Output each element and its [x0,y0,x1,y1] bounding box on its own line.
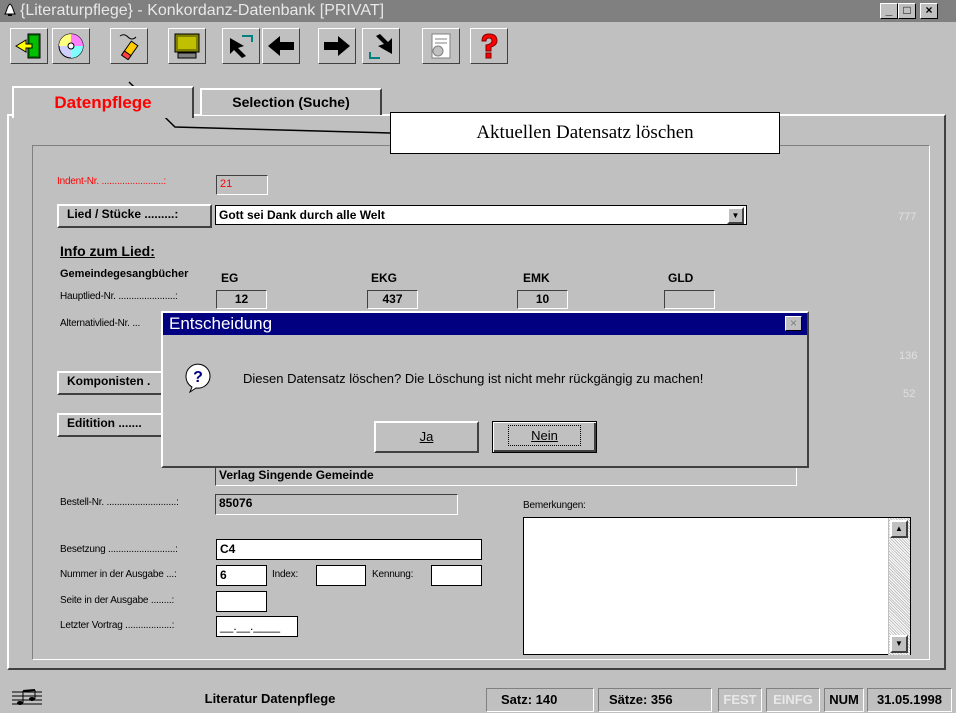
nummer-field[interactable]: 6 [216,565,267,586]
letzter-field[interactable]: __.__.____ [216,616,298,637]
help-button[interactable] [470,28,508,64]
dialog-close-button[interactable]: × [785,316,802,331]
first-record-icon [230,35,253,58]
side-number-2: 136 [899,350,918,362]
eraser-icon [119,34,139,60]
besetzung-field[interactable]: C4 [216,539,482,560]
lied-select[interactable]: Gott sei Dank durch alle Welt [215,205,747,225]
col-header-emk: EMK [523,271,550,285]
lied-button[interactable]: Lied / Stücke .........: [57,204,212,228]
delete-record-button[interactable] [110,28,148,64]
report-icon [431,33,451,59]
confirm-dialog: Entscheidung × ? Diesen Datensatz lösche… [161,311,809,468]
status-einfg: EINFG [766,688,820,712]
previous-record-icon [268,36,294,56]
monitor-icon [174,33,200,59]
kennung-label: Kennung: [372,569,414,580]
kennung-field[interactable] [431,565,482,586]
side-number-3: 52 [903,388,916,400]
monitor-button[interactable] [168,28,206,64]
status-num: NUM [824,688,864,712]
status-bar: Literatur Datenpflege Satz: 140 Sätze: 3… [0,686,956,713]
ident-field[interactable]: 21 [216,175,268,195]
alternativ-label: Alternativlied-Nr. ... [60,318,141,329]
question-icon: ? [185,363,211,394]
index-label: Index: [272,569,299,580]
tooltip: Aktuellen Datensatz löschen [390,112,780,154]
hauptlied-eg-field[interactable]: 12 [216,290,267,309]
chevron-down-icon[interactable]: ▼ [727,207,744,224]
window-title: {Literaturpflege} - Konkordanz-Datenbank… [20,2,385,19]
status-fest: FEST [718,688,762,712]
verlag-field[interactable]: Verlag Singende Gemeinde [215,466,797,486]
bestell-field[interactable]: 85076 [215,494,458,515]
besetzung-label: Besetzung ..........................: [60,544,178,555]
col-header-gld: GLD [668,271,694,285]
dialog-title: Entscheidung [169,314,273,333]
gemeinde-label: Gemeindegesangbücher [60,268,189,280]
seite-field[interactable] [216,591,267,612]
hauptlied-ekg-field[interactable]: 437 [367,290,418,309]
previous-record-button[interactable] [262,28,300,64]
bestell-label: Bestell-Nr. ...........................: [60,497,179,508]
exit-button[interactable] [10,28,48,64]
app-bell-icon[interactable] [3,3,17,17]
col-header-eg: EG [221,271,239,285]
seite-label: Seite in der Ausgabe ........: [60,595,175,606]
no-button-label: Nein [508,425,581,446]
dialog-title-bar: Entscheidung × [163,313,807,335]
music-notes-icon [12,689,42,705]
close-button[interactable]: × [920,3,938,19]
tab-datenpflege[interactable]: Datenpflege [12,86,194,118]
letzter-label: Letzter Vortrag ..................: [60,620,175,631]
help-icon [481,33,498,59]
scroll-down-icon[interactable]: ▼ [890,635,908,653]
index-field[interactable] [316,565,366,586]
minimize-button[interactable]: _ [880,3,898,19]
col-header-ekg: EKG [371,271,398,285]
first-record-button[interactable] [222,28,260,64]
yes-button[interactable]: Ja [374,421,479,453]
status-date: 31.05.1998 [867,688,952,712]
side-number-1: 777 [898,211,917,223]
report-button[interactable] [422,28,460,64]
scroll-up-icon[interactable]: ▲ [890,520,908,538]
next-record-button[interactable] [318,28,356,64]
toolbar [0,22,956,70]
title-bar: {Literaturpflege} - Konkordanz-Datenbank… [0,0,956,22]
last-record-icon [369,34,392,59]
next-record-icon [324,36,350,56]
maximize-button[interactable]: □ [898,3,916,19]
komponisten-button[interactable]: Komponisten . [57,371,172,395]
bemerkungen-textarea[interactable] [523,517,911,655]
hauptlied-gld-field[interactable] [664,290,715,309]
svg-text:?: ? [193,369,203,386]
status-record-count: Sätze: 356 [598,688,712,712]
nummer-label: Nummer in der Ausgabe ...: [60,569,177,580]
cd-icon [58,33,84,59]
exit-icon [15,33,41,59]
dialog-message: Diesen Datensatz löschen? Die Löschung i… [243,371,704,386]
hauptlied-emk-field[interactable]: 10 [517,290,568,309]
cd-button[interactable] [52,28,90,64]
no-button[interactable]: Nein [490,419,599,455]
hauptlied-label: Hauptlied-Nr. ......................: [60,291,178,302]
bemerkungen-label: Bemerkungen: [523,500,586,511]
status-record: Satz: 140 [486,688,594,712]
ident-label: Indent-Nr. ........................: [57,176,166,187]
status-app-label: Literatur Datenpflege [204,691,336,706]
tab-selection[interactable]: Selection (Suche) [200,88,382,115]
edition-button[interactable]: Editition ....... [57,413,172,437]
info-heading: Info zum Lied: [60,243,155,259]
last-record-button[interactable] [362,28,400,64]
